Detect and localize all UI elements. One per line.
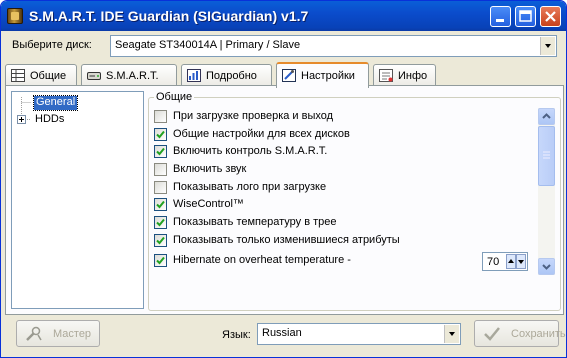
checkbox[interactable] bbox=[154, 254, 167, 267]
disk-select-label: Выберите диск: bbox=[12, 39, 92, 51]
scroll-down-button[interactable] bbox=[538, 258, 555, 275]
option-changed-attributes[interactable]: Показывать только изменившиеся атрибуты bbox=[154, 233, 494, 248]
title-bar[interactable]: S.M.A.R.T. IDE Guardian (SIGuardian) v1.… bbox=[1, 1, 566, 31]
tab-label: S.M.A.R.T. bbox=[106, 70, 159, 82]
option-label: Показывать температуру в трее bbox=[173, 216, 337, 228]
options-scrollbar[interactable] bbox=[538, 108, 555, 275]
option-label: Включить контроль S.M.A.R.T. bbox=[173, 145, 328, 157]
checkmark-icon bbox=[484, 327, 500, 341]
tab-bar: Общие S.M.A.R.T. Подробно Настройки Инфо bbox=[5, 62, 565, 88]
settings-icon bbox=[282, 69, 296, 82]
checkbox[interactable] bbox=[154, 128, 167, 141]
close-button[interactable] bbox=[540, 6, 561, 27]
tab-general[interactable]: Общие bbox=[5, 64, 77, 86]
tree-item-general[interactable]: General bbox=[32, 95, 79, 111]
checkmark-icon bbox=[156, 200, 165, 209]
chevron-down-icon[interactable] bbox=[540, 37, 555, 55]
wizard-label: Мастер bbox=[53, 328, 92, 340]
option-shared-settings[interactable]: Общие настройки для всех дисков bbox=[154, 127, 494, 142]
group-title: Общие bbox=[154, 91, 195, 103]
chevron-down-icon[interactable] bbox=[444, 325, 459, 343]
chevron-up-icon bbox=[542, 113, 551, 119]
arrow-down-icon bbox=[518, 260, 524, 264]
tab-label: Настройки bbox=[301, 70, 355, 82]
save-button[interactable]: Сохранить bbox=[474, 320, 566, 347]
wizard-button[interactable]: Мастер bbox=[16, 320, 100, 347]
checkbox[interactable] bbox=[154, 198, 167, 211]
checkbox[interactable] bbox=[154, 145, 167, 158]
info-icon bbox=[379, 69, 393, 82]
temperature-spinner[interactable]: 70 bbox=[482, 252, 528, 271]
settings-panel: General HDDs Общие При загрузке проверка… bbox=[5, 85, 564, 315]
spin-up-button[interactable] bbox=[506, 254, 516, 269]
option-hibernate-overheat[interactable]: Hibernate on overheat temperature - bbox=[154, 253, 494, 268]
checkmark-icon bbox=[156, 147, 165, 156]
window-title: S.M.A.R.T. IDE Guardian (SIGuardian) v1.… bbox=[29, 8, 309, 24]
scroll-up-button[interactable] bbox=[538, 108, 555, 125]
wizard-icon bbox=[26, 326, 42, 341]
tab-settings[interactable]: Настройки bbox=[276, 62, 369, 88]
app-window: S.M.A.R.T. IDE Guardian (SIGuardian) v1.… bbox=[0, 0, 567, 358]
arrow-up-icon bbox=[508, 259, 514, 263]
settings-tree[interactable]: General HDDs bbox=[11, 91, 144, 309]
maximize-icon bbox=[519, 10, 532, 22]
option-enable-sound[interactable]: Включить звук bbox=[154, 162, 494, 177]
disk-select-value: Seagate ST340014A | Primary / Slave bbox=[115, 39, 301, 51]
tab-smart[interactable]: S.M.A.R.T. bbox=[81, 64, 177, 86]
grip-icon bbox=[543, 151, 550, 159]
tab-label: Общие bbox=[30, 70, 67, 82]
option-enable-smart[interactable]: Включить контроль S.M.A.R.T. bbox=[154, 144, 494, 159]
language-label: Язык: bbox=[222, 329, 251, 341]
grid-icon bbox=[11, 69, 25, 82]
temperature-value[interactable]: 70 bbox=[487, 256, 499, 268]
scroll-thumb[interactable] bbox=[538, 126, 555, 186]
minimize-button[interactable] bbox=[490, 6, 511, 27]
language-select-value: Russian bbox=[262, 327, 302, 339]
tab-label: Подробно bbox=[206, 70, 257, 82]
tab-info[interactable]: Инфо bbox=[373, 64, 436, 86]
tab-details[interactable]: Подробно bbox=[181, 64, 272, 86]
option-wisecontrol[interactable]: WiseControl™ bbox=[154, 197, 494, 212]
maximize-button[interactable] bbox=[515, 6, 536, 27]
option-tray-temperature[interactable]: Показывать температуру в трее bbox=[154, 215, 494, 230]
checkbox[interactable] bbox=[154, 234, 167, 247]
language-select[interactable]: Russian bbox=[257, 323, 461, 345]
tab-label: Инфо bbox=[398, 70, 428, 82]
tree-item-hdds[interactable]: HDDs bbox=[35, 113, 64, 125]
option-label: Hibernate on overheat temperature - bbox=[173, 254, 351, 266]
disk-select[interactable]: Seagate ST340014A | Primary / Slave bbox=[110, 35, 557, 57]
option-label: Общие настройки для всех дисков bbox=[173, 128, 350, 140]
chevron-down-icon bbox=[542, 264, 551, 270]
minimize-icon bbox=[496, 19, 504, 22]
chart-icon bbox=[187, 69, 201, 82]
option-label: Показывать лого при загрузке bbox=[173, 181, 327, 193]
checkmark-icon bbox=[156, 256, 165, 265]
checkbox[interactable] bbox=[154, 216, 167, 229]
checkmark-icon bbox=[156, 130, 165, 139]
close-icon bbox=[545, 11, 556, 22]
drive-icon bbox=[87, 72, 101, 80]
expand-icon[interactable] bbox=[17, 115, 26, 124]
option-label: При загрузке проверка и выход bbox=[173, 110, 334, 122]
checkbox[interactable] bbox=[154, 181, 167, 194]
option-label: Показывать только изменившиеся атрибуты bbox=[173, 234, 400, 246]
checkmark-icon bbox=[156, 218, 165, 227]
checkmark-icon bbox=[156, 236, 165, 245]
option-label: WiseControl™ bbox=[173, 198, 244, 210]
option-check-on-startup[interactable]: При загрузке проверка и выход bbox=[154, 109, 494, 124]
spin-down-button[interactable] bbox=[516, 254, 526, 269]
checkbox[interactable] bbox=[154, 110, 167, 123]
option-show-logo[interactable]: Показывать лого при загрузке bbox=[154, 180, 494, 195]
option-label: Включить звук bbox=[173, 163, 247, 175]
save-label: Сохранить bbox=[511, 328, 566, 340]
checkbox[interactable] bbox=[154, 163, 167, 176]
app-icon bbox=[7, 8, 23, 24]
